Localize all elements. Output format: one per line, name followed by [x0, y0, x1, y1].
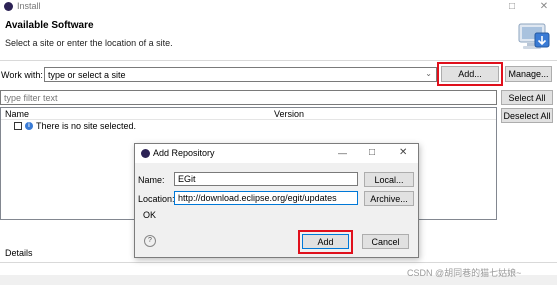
add-site-button[interactable]: Add...: [441, 66, 499, 82]
status-text: OK: [143, 210, 157, 220]
page-title: Available Software: [5, 20, 94, 31]
chevron-down-icon[interactable]: ⌄: [425, 69, 432, 78]
maximize-icon[interactable]: □: [503, 0, 521, 14]
dialog-minimize-icon[interactable]: —: [338, 148, 347, 158]
dialog-maximize-icon[interactable]: □: [369, 147, 375, 158]
local-button[interactable]: Local...: [364, 172, 414, 187]
info-icon: i: [25, 122, 33, 130]
tree-item-checkbox[interactable]: [14, 122, 22, 130]
dialog-title: Add Repository: [153, 148, 215, 158]
cancel-button[interactable]: Cancel: [362, 234, 409, 249]
workwith-combo[interactable]: type or select a site ⌄: [44, 67, 437, 82]
tree-empty-message: There is no site selected.: [36, 121, 137, 131]
details-label: Details: [5, 248, 33, 258]
dialog-close-icon[interactable]: ✕: [399, 147, 407, 158]
close-icon[interactable]: ✕: [535, 0, 553, 14]
eclipse-icon: [4, 2, 13, 11]
dialog-titlebar: Add Repository — □ ✕: [135, 144, 418, 163]
manage-button[interactable]: Manage...: [505, 66, 552, 82]
window-titlebar: Install □ ✕: [0, 0, 557, 14]
select-all-button[interactable]: Select All: [501, 90, 553, 105]
add-button[interactable]: Add: [302, 234, 349, 249]
location-label: Location:: [138, 194, 175, 204]
add-repository-dialog: Add Repository — □ ✕ Name: EGit Local...…: [134, 143, 419, 258]
column-header-version[interactable]: Version: [274, 109, 304, 119]
location-field[interactable]: http://download.eclipse.org/egit/updates: [174, 191, 358, 205]
header-separator: [0, 60, 557, 61]
column-header-name[interactable]: Name: [5, 109, 29, 119]
window-title: Install: [17, 1, 41, 11]
watermark: CSDN @胡同巷的猫七姑娘~: [407, 268, 522, 278]
help-icon[interactable]: ?: [144, 235, 156, 247]
name-label: Name:: [138, 175, 165, 185]
deselect-all-button[interactable]: Deselect All: [501, 108, 553, 123]
column-divider: [1, 119, 496, 120]
filter-input[interactable]: [0, 90, 497, 105]
install-wizard-icon: [518, 23, 550, 49]
workwith-label: Work with:: [1, 70, 43, 80]
name-field[interactable]: EGit: [174, 172, 358, 186]
archive-button[interactable]: Archive...: [364, 191, 414, 206]
dialog-eclipse-icon: [141, 149, 150, 158]
page-subtitle: Select a site or enter the location of a…: [5, 38, 173, 48]
workwith-value: type or select a site: [48, 69, 126, 80]
